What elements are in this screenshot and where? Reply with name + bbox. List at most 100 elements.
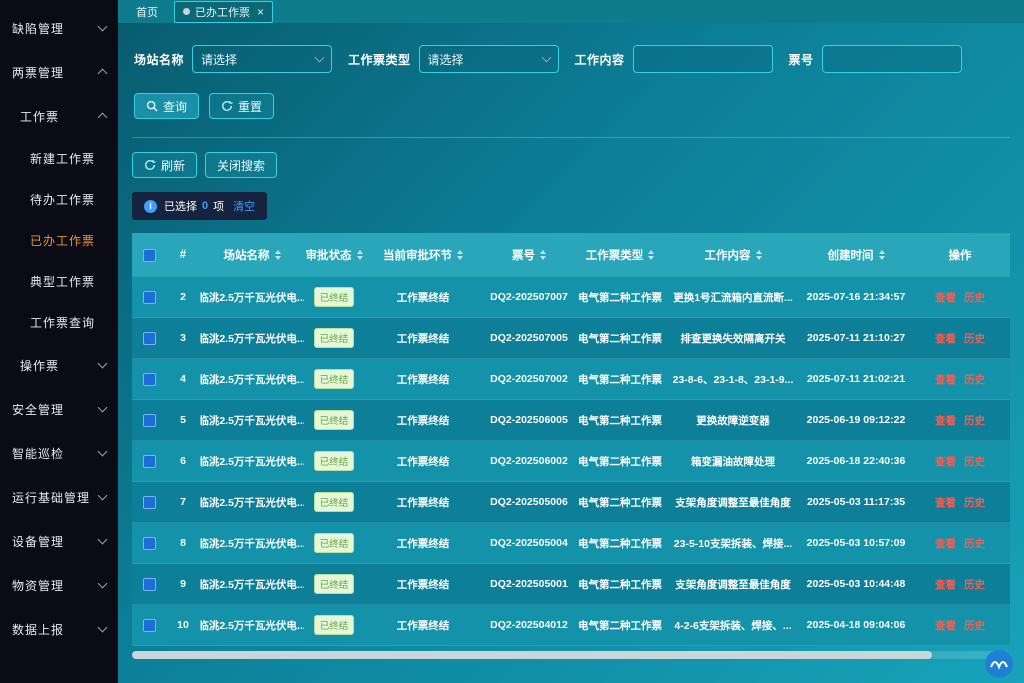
sidebar-item-3[interactable]: 新建工作票	[0, 138, 118, 179]
sidebar-item-0[interactable]: 缺陷管理	[0, 6, 118, 50]
station-select[interactable]: 请选择	[192, 45, 332, 73]
filter-buttons: 查询 重置	[134, 93, 1008, 119]
sidebar-item-label: 设备管理	[12, 533, 64, 550]
row-step: 工作票终结	[364, 331, 482, 346]
row-station: 临洮2.5万千瓦光伏电...	[200, 413, 304, 428]
table-row: 8临洮2.5万千瓦光伏电...已终结工作票终结DQ2-202505004电气第二…	[132, 523, 1010, 564]
close-search-button[interactable]: 关闭搜索	[205, 152, 277, 178]
select-all-checkbox[interactable]	[143, 249, 156, 262]
tab-close-icon[interactable]: ×	[257, 6, 264, 18]
history-link[interactable]: 历史	[964, 618, 985, 633]
view-link[interactable]: 查看	[935, 495, 956, 510]
sidebar-item-10[interactable]: 智能巡检	[0, 431, 118, 475]
tab-active[interactable]: 已办工作票 ×	[174, 1, 273, 23]
sidebar-item-14[interactable]: 数据上报	[0, 607, 118, 651]
history-link[interactable]: 历史	[964, 495, 985, 510]
sidebar-item-1[interactable]: 两票管理	[0, 50, 118, 94]
tab-home[interactable]: 首页	[130, 2, 164, 22]
view-link[interactable]: 查看	[935, 618, 956, 633]
sidebar-menu: 缺陷管理两票管理工作票新建工作票待办工作票已办工作票典型工作票工作票查询操作票安…	[0, 6, 118, 651]
row-checkbox[interactable]	[143, 291, 156, 304]
view-link[interactable]: 查看	[935, 577, 956, 592]
history-link[interactable]: 历史	[964, 454, 985, 469]
view-link[interactable]: 查看	[935, 290, 956, 305]
table-toolbar: 刷新 关闭搜索	[132, 152, 1010, 178]
sidebar-item-9[interactable]: 安全管理	[0, 387, 118, 431]
row-checkbox[interactable]	[143, 537, 156, 550]
header-index: #	[166, 249, 200, 261]
row-content: 4-2-6支架拆装、焊接、...	[664, 618, 802, 633]
row-ticket: DQ2-202507002	[482, 373, 576, 385]
history-link[interactable]: 历史	[964, 577, 985, 592]
header-ticket[interactable]: 票号	[482, 247, 576, 263]
row-checkbox[interactable]	[143, 373, 156, 386]
row-checkbox-cell	[132, 332, 166, 345]
sidebar-item-4[interactable]: 待办工作票	[0, 179, 118, 220]
scrollbar-thumb[interactable]	[132, 651, 932, 659]
view-link[interactable]: 查看	[935, 372, 956, 387]
chevron-down-icon	[98, 403, 108, 413]
refresh-button[interactable]: 刷新	[132, 152, 197, 178]
row-type: 电气第二种工作票	[576, 577, 664, 592]
clear-selection-link[interactable]: 清空	[233, 198, 255, 214]
row-ticket: DQ2-202507005	[482, 332, 576, 344]
header-type[interactable]: 工作票类型	[576, 247, 664, 263]
logo-icon	[984, 649, 1014, 679]
history-link[interactable]: 历史	[964, 331, 985, 346]
ticket-no-input[interactable]	[822, 45, 962, 73]
sidebar-item-2[interactable]: 工作票	[0, 94, 118, 138]
history-link[interactable]: 历史	[964, 290, 985, 305]
row-index: 2	[166, 291, 200, 303]
chevron-down-icon	[98, 359, 108, 369]
row-step: 工作票终结	[364, 290, 482, 305]
row-status: 已终结	[304, 451, 364, 471]
header-status[interactable]: 审批状态	[304, 247, 364, 263]
view-link[interactable]: 查看	[935, 413, 956, 428]
sidebar-item-6[interactable]: 典型工作票	[0, 261, 118, 302]
logo-badge[interactable]	[984, 649, 1014, 679]
row-created: 2025-05-03 11:17:35	[802, 496, 910, 508]
row-type: 电气第二种工作票	[576, 454, 664, 469]
tab-dot-icon	[183, 8, 190, 15]
row-checkbox[interactable]	[143, 332, 156, 345]
table-row: 2临洮2.5万千瓦光伏电...已终结工作票终结DQ2-202507007电气第二…	[132, 277, 1010, 318]
history-link[interactable]: 历史	[964, 413, 985, 428]
row-step: 工作票终结	[364, 495, 482, 510]
row-checkbox[interactable]	[143, 619, 156, 632]
row-station: 临洮2.5万千瓦光伏电...	[200, 495, 304, 510]
row-index: 9	[166, 578, 200, 590]
view-link[interactable]: 查看	[935, 454, 956, 469]
row-checkbox[interactable]	[143, 455, 156, 468]
sidebar-item-11[interactable]: 运行基础管理	[0, 475, 118, 519]
row-type: 电气第二种工作票	[576, 331, 664, 346]
row-actions: 查看历史	[910, 577, 1010, 592]
station-field: 场站名称 请选择	[134, 45, 332, 73]
sidebar-item-13[interactable]: 物资管理	[0, 563, 118, 607]
sidebar-item-label: 安全管理	[12, 401, 64, 418]
history-link[interactable]: 历史	[964, 536, 985, 551]
ticket-type-select[interactable]: 请选择	[419, 45, 559, 73]
sidebar-item-12[interactable]: 设备管理	[0, 519, 118, 563]
sidebar-item-label: 新建工作票	[30, 150, 95, 167]
history-link[interactable]: 历史	[964, 372, 985, 387]
sidebar-item-8[interactable]: 操作票	[0, 343, 118, 387]
header-content[interactable]: 工作内容	[664, 247, 802, 263]
header-step[interactable]: 当前审批环节	[364, 247, 482, 263]
row-checkbox[interactable]	[143, 578, 156, 591]
row-status: 已终结	[304, 574, 364, 594]
row-checkbox[interactable]	[143, 496, 156, 509]
row-checkbox[interactable]	[143, 414, 156, 427]
view-link[interactable]: 查看	[935, 331, 956, 346]
sidebar-item-5[interactable]: 已办工作票	[0, 220, 118, 261]
view-link[interactable]: 查看	[935, 536, 956, 551]
sidebar-item-7[interactable]: 工作票查询	[0, 302, 118, 343]
sort-icon	[879, 250, 885, 260]
work-content-input[interactable]	[633, 45, 773, 73]
row-actions: 查看历史	[910, 618, 1010, 633]
status-badge: 已终结	[314, 615, 355, 635]
reset-button[interactable]: 重置	[209, 93, 274, 119]
status-badge: 已终结	[314, 328, 355, 348]
header-created[interactable]: 创建时间	[802, 247, 910, 263]
query-button[interactable]: 查询	[134, 93, 199, 119]
header-station[interactable]: 场站名称	[200, 247, 304, 263]
